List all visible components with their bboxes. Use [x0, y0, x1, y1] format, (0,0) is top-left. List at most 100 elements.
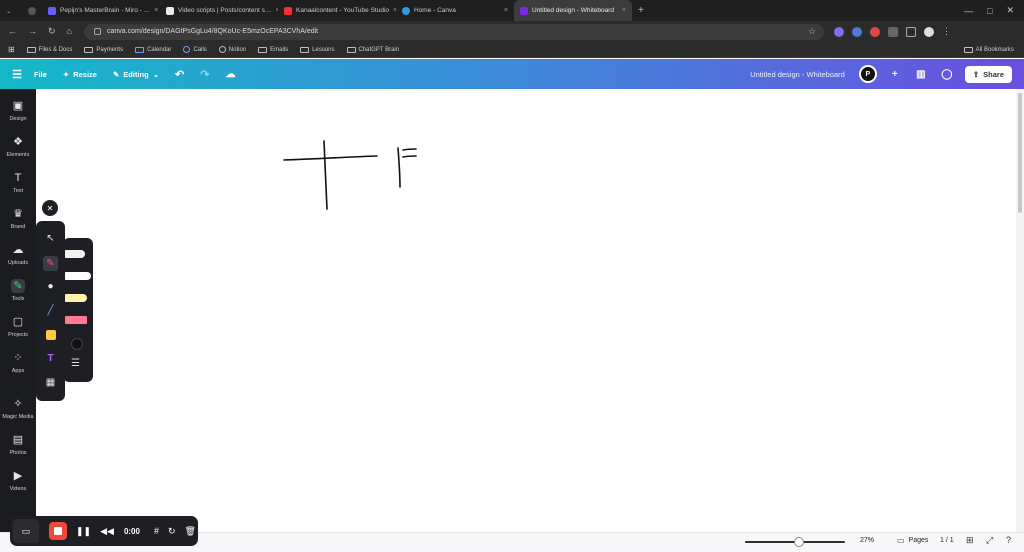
tab-video-scripts[interactable]: Video scripts | Posts/content s… × — [160, 0, 278, 21]
tab-search-button[interactable]: ⌄ — [0, 0, 22, 21]
close-window-icon[interactable]: ✕ — [1006, 5, 1014, 16]
avatar[interactable]: P — [858, 65, 877, 83]
grid-view-icon[interactable]: ⊞ — [966, 535, 974, 546]
sidebar-item-tools[interactable]: ✎ Tools — [0, 279, 36, 302]
whiteboard-canvas[interactable] — [36, 89, 1016, 532]
document-title[interactable]: Untitled design - Whiteboard — [750, 70, 845, 79]
stroke-weight-icon[interactable]: ☰ — [71, 359, 80, 369]
marker-icon[interactable] — [65, 272, 91, 280]
pen-icon[interactable] — [65, 250, 85, 258]
home-icon[interactable]: ⌂ — [67, 26, 72, 37]
pen-draw-icon[interactable]: ✎ — [43, 256, 58, 271]
comments-icon[interactable]: ◯ — [939, 66, 955, 82]
restart-icon[interactable]: ↻ — [168, 526, 176, 537]
table-icon[interactable]: ▦ — [43, 375, 58, 390]
sidebar-item-elements[interactable]: ❖ Elements — [0, 135, 36, 158]
stop-recording-button[interactable] — [49, 522, 67, 540]
pause-icon[interactable]: ❚❚ — [76, 526, 91, 537]
site-info-icon[interactable] — [94, 28, 101, 35]
sidebar-item-design[interactable]: ▣ Design — [0, 99, 36, 122]
close-icon[interactable]: × — [504, 7, 508, 14]
extension-icon[interactable] — [834, 26, 844, 37]
tab-miro[interactable]: Pepijn's MasterBrain - Miro - … × — [42, 0, 160, 21]
bookmark-folder[interactable]: ChatGPT Brain — [346, 46, 399, 53]
magic-media-icon: ✧ — [13, 398, 23, 410]
recording-timer: 0:00 — [123, 526, 140, 536]
eraser-icon[interactable] — [65, 316, 87, 324]
resize-button[interactable]: ✦ Resize — [63, 70, 97, 79]
tab-youtube-studio[interactable]: Kanaalcontent - YouTube Studio × — [278, 0, 396, 21]
zoom-level[interactable]: 27% — [860, 537, 874, 544]
bookmark-link[interactable]: Notion — [218, 46, 246, 53]
highlighter-icon[interactable] — [65, 294, 87, 302]
line-icon[interactable]: ╱ — [43, 303, 58, 318]
sidebar-item-videos[interactable]: ▶ Videos — [0, 469, 36, 492]
puzzle-icon[interactable] — [888, 26, 898, 37]
grid-icon[interactable]: # — [154, 526, 159, 536]
bookmark-star-icon[interactable]: ☆ — [808, 26, 816, 37]
new-tab-button[interactable]: + — [632, 5, 650, 16]
bookmark-folder[interactable]: Payments — [84, 46, 123, 53]
all-bookmarks[interactable]: All Bookmarks — [963, 46, 1014, 53]
more-menu-icon[interactable]: ⋮ — [942, 26, 951, 37]
close-icon[interactable]: × — [154, 7, 158, 14]
tab-canva-home[interactable]: Home - Canva × — [396, 0, 514, 21]
pages-button[interactable]: ▭ Pages — [897, 536, 928, 545]
back-icon[interactable]: ← — [8, 26, 17, 37]
profile-avatar[interactable] — [924, 26, 934, 37]
file-menu[interactable]: File — [34, 70, 47, 79]
apps-grid-icon[interactable]: ⊞ — [8, 45, 15, 54]
minimize-icon[interactable]: — — [964, 6, 973, 16]
bookmark-folder[interactable]: Lessons — [300, 46, 335, 53]
select-cursor-icon[interactable]: ↖ — [43, 231, 58, 246]
delete-icon[interactable]: 🗑 — [185, 526, 196, 537]
extensions-area: ⋮ — [824, 26, 951, 37]
extension-icon[interactable] — [870, 26, 880, 37]
rewind-icon[interactable]: ◀◀ — [100, 526, 114, 537]
bookmark-link[interactable]: Calls — [183, 46, 207, 53]
text-tool-icon[interactable]: T — [43, 351, 58, 366]
forward-icon[interactable]: → — [28, 26, 37, 37]
close-draw-panel-button[interactable]: ✕ — [42, 200, 58, 216]
sidebar-item-photos[interactable]: ▤ Photos — [0, 433, 36, 456]
resize-icon: ✦ — [62, 69, 70, 79]
sidebar-item-magic-media[interactable]: ✧ Magic Media — [0, 397, 36, 420]
redo-button[interactable]: ↷ — [200, 68, 209, 81]
sidebar-item-text[interactable]: T Text — [0, 171, 36, 194]
screen-recorder-bar: ▭ ❚❚ ◀◀ 0:00 # ↻ 🗑 — [10, 516, 198, 546]
pinned-tab[interactable] — [22, 0, 42, 21]
stop-icon — [54, 527, 62, 535]
scrollbar-thumb[interactable] — [1018, 93, 1022, 213]
reload-icon[interactable]: ↻ — [48, 26, 56, 37]
url-field[interactable]: canva.com/design/DAGtPsGgLu4/8QKoUc-E5mz… — [84, 23, 824, 40]
share-button[interactable]: ⇪ Share — [964, 65, 1012, 83]
zoom-slider-handle[interactable] — [794, 537, 804, 547]
bookmark-folder[interactable]: Emails — [258, 46, 288, 53]
camera-icon[interactable]: ▭ — [13, 519, 39, 543]
sticky-note-icon[interactable] — [43, 327, 58, 342]
hamburger-menu-icon[interactable]: ☰ — [0, 68, 34, 81]
maximize-icon[interactable]: □ — [987, 6, 992, 16]
insights-chart-icon[interactable]: ▥ — [913, 66, 929, 82]
close-icon[interactable]: × — [622, 7, 626, 14]
editing-mode-dropdown[interactable]: ✎ Editing ⌄ — [113, 70, 159, 79]
sidebar-item-projects[interactable]: ▢ Projects — [0, 315, 36, 338]
cloud-save-icon[interactable]: ☁ — [225, 69, 235, 80]
help-icon[interactable]: ? — [1006, 535, 1011, 545]
color-swatch[interactable] — [71, 338, 83, 350]
navigation-buttons: ← → ↻ ⌂ — [0, 26, 84, 37]
shapes-icon[interactable]: ● — [43, 279, 58, 294]
vertical-scrollbar[interactable] — [1016, 89, 1024, 532]
undo-button[interactable]: ↶ — [175, 68, 184, 81]
bookmark-link[interactable]: Calendar — [135, 46, 171, 53]
bookmark-folder[interactable]: Files & Docs — [26, 46, 72, 53]
tab-untitled-design[interactable]: Untitled design - Whiteboard × — [514, 0, 632, 21]
sidebar-item-apps[interactable]: ⁘ Apps — [0, 351, 36, 374]
extension-icon[interactable] — [852, 26, 862, 37]
add-collaborator-icon[interactable]: + — [887, 66, 903, 82]
sidebar-item-brand[interactable]: ♛ Brand — [0, 207, 36, 230]
sidebar-item-uploads[interactable]: ☁ Uploads — [0, 243, 36, 266]
download-icon[interactable] — [906, 26, 916, 37]
fullscreen-icon[interactable]: ⤢ — [986, 535, 993, 546]
folder-icon — [26, 46, 36, 53]
